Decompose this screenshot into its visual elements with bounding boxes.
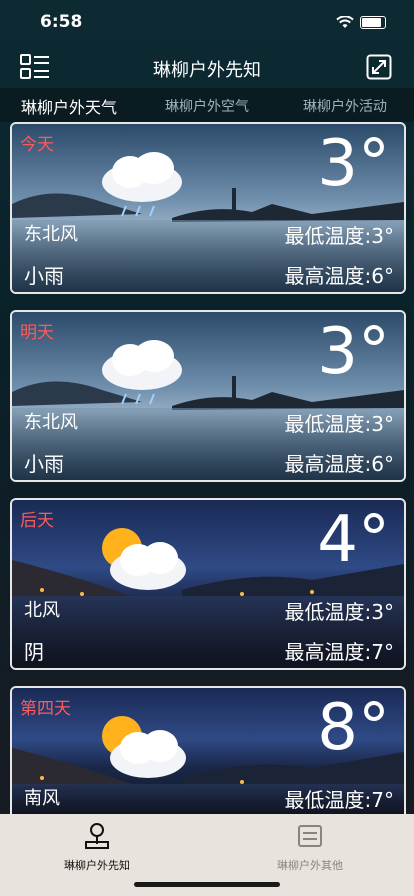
top-tabs: 琳柳户外天气 琳柳户外空气 琳柳户外活动 (0, 88, 414, 122)
forecast-low: 最低温度:3° (284, 600, 394, 624)
forecast-card[interactable]: 后天 4° 北风 阴 最低温度:3° 最高温度:7° (10, 498, 406, 670)
forecast-condition: 小雨 (24, 452, 64, 476)
forecast-card[interactable]: 今天 3° 东北风 小雨 最低温度:3° 最高温度:6° (10, 122, 406, 294)
forecast-wind: 东北风 (24, 224, 78, 245)
tabbar-item-forecast[interactable]: 琳柳户外先知 (17, 822, 177, 873)
forecast-wind: 东北风 (24, 412, 78, 433)
page-title: 琳柳户外先知 (153, 60, 261, 81)
rain-cloud-icon (102, 152, 182, 217)
forecast-condition: 小雨 (24, 264, 64, 288)
forecast-day: 明天 (20, 323, 54, 343)
tab-air[interactable]: 琳柳户外空气 (138, 88, 276, 122)
forecast-high: 最高温度:7° (284, 640, 394, 664)
forecast-temp: 4° (317, 503, 390, 577)
tabbar-label: 琳柳户外先知 (64, 859, 130, 872)
forecast-temp: 3° (317, 127, 390, 201)
wifi-icon (336, 16, 354, 28)
home-indicator[interactable] (134, 882, 280, 887)
forecast-temp: 8° (317, 691, 390, 765)
forecast-temp: 3° (317, 315, 390, 389)
forecast-low: 最低温度:7° (284, 788, 394, 812)
forecast-high: 最高温度:6° (284, 452, 394, 476)
forecast-wind: 北风 (24, 600, 60, 621)
tabbar-label: 琳柳户外其他 (277, 859, 343, 872)
forecast-wind: 南风 (24, 788, 60, 809)
other-tab-icon (298, 825, 322, 847)
forecast-card[interactable]: 明天 3° 东北风 小雨 最低温度:3° 最高温度:6° (10, 310, 406, 482)
forecast-condition: 阴 (24, 640, 44, 664)
sun-cloud-icon (102, 716, 186, 778)
forecast-day: 后天 (20, 511, 54, 531)
tab-weather[interactable]: 琳柳户外天气 (0, 88, 138, 122)
sun-cloud-icon (102, 528, 186, 590)
forecast-card[interactable]: 第四天 8° 南风 最低温度:7° (10, 686, 406, 816)
forecast-day: 第四天 (20, 699, 71, 719)
nav-bar: 琳柳户外先知 (0, 48, 414, 88)
expand-icon[interactable] (366, 54, 392, 80)
tab-activity[interactable]: 琳柳户外活动 (276, 88, 414, 122)
forecast-tab-icon (85, 823, 109, 849)
status-time: 6:58 (40, 12, 83, 32)
forecast-day: 今天 (20, 135, 54, 155)
status-bar: 6:58 (0, 0, 414, 48)
forecast-high: 最高温度:6° (284, 264, 394, 288)
battery-icon (360, 16, 386, 29)
rain-cloud-icon (102, 340, 182, 405)
status-icons (336, 16, 386, 29)
forecast-low: 最低温度:3° (284, 224, 394, 248)
tabbar-item-other[interactable]: 琳柳户外其他 (230, 822, 390, 873)
forecast-low: 最低温度:3° (284, 412, 394, 436)
